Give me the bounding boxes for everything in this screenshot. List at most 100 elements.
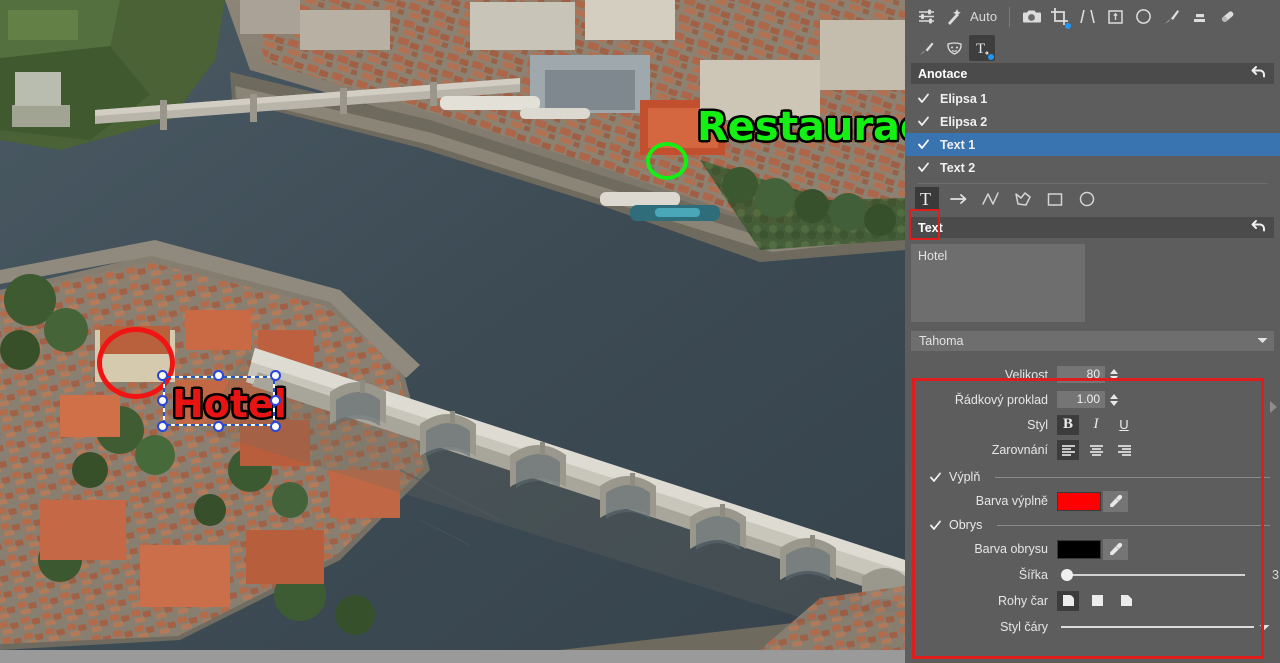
auto-label[interactable]: Auto xyxy=(969,9,1001,24)
outline-color-swatch[interactable] xyxy=(1057,539,1101,559)
line-style-preview xyxy=(1061,626,1254,628)
selection-bounding-box[interactable] xyxy=(157,370,281,432)
resize-handle-w[interactable] xyxy=(157,395,168,406)
text-content-input[interactable] xyxy=(911,244,1085,322)
resize-handle-sw[interactable] xyxy=(157,421,168,432)
adjustments-icon[interactable] xyxy=(913,4,939,30)
fill-color-swatch[interactable] xyxy=(1057,491,1101,511)
size-label: Velikost xyxy=(1004,367,1048,382)
style-label: Styl xyxy=(1027,417,1048,432)
annotations-section-header: Anotace xyxy=(911,63,1274,84)
stepper-up-icon[interactable] xyxy=(1110,393,1118,399)
text-section-title: Text xyxy=(918,220,943,235)
underline-glyph: U xyxy=(1119,417,1129,432)
italic-glyph: I xyxy=(1093,416,1099,432)
toolbar-row-secondary: T xyxy=(905,33,1280,63)
face-mask-icon[interactable] xyxy=(941,35,967,61)
resize-handle-n[interactable] xyxy=(213,370,224,381)
annotations-reset-icon[interactable] xyxy=(1251,65,1267,82)
shape-tool-row: T xyxy=(905,184,1280,214)
italic-button[interactable]: I xyxy=(1085,415,1107,435)
size-stepper[interactable] xyxy=(1108,366,1120,384)
align-center-button[interactable] xyxy=(1085,440,1107,460)
corner-round-button[interactable] xyxy=(1057,590,1079,611)
resize-handle-nw[interactable] xyxy=(157,370,168,381)
panel-collapse-arrow-icon[interactable] xyxy=(1270,401,1277,413)
style-row: Styl B I U xyxy=(905,412,1280,437)
line-spacing-stepper[interactable] xyxy=(1108,391,1120,409)
annotation-list-item-label: Text 1 xyxy=(940,137,976,152)
retouch-brush-icon[interactable] xyxy=(913,35,939,61)
annotation-list-item-text-2[interactable]: Text 2 xyxy=(905,156,1280,179)
annotation-list-item-text-1[interactable]: Text 1 xyxy=(905,133,1280,156)
text-section-reset-icon[interactable] xyxy=(1251,219,1267,236)
text-shape-tool[interactable]: T xyxy=(915,187,939,211)
canvas-bottom-strip xyxy=(0,650,905,663)
text-tool-icon[interactable]: T xyxy=(969,35,995,61)
line-spacing-input[interactable]: 1.00 xyxy=(1057,391,1105,408)
line-style-dropdown[interactable] xyxy=(1057,617,1274,637)
svg-text:T: T xyxy=(976,41,985,57)
size-input[interactable]: 80 xyxy=(1057,366,1105,383)
fill-section-rule xyxy=(995,476,1270,478)
brush-icon[interactable] xyxy=(1158,4,1184,30)
annotation-visibility-checkbox[interactable] xyxy=(917,161,930,174)
magic-wand-icon[interactable] xyxy=(941,4,967,30)
fill-eyedropper-icon[interactable] xyxy=(1103,490,1128,512)
right-panel: Auto T Anotace Elipsa 1 Elipsa 2 Text 1 … xyxy=(905,0,1280,663)
app-root: Restaurace Hotel xyxy=(0,0,1280,663)
outline-color-row: Barva obrysu xyxy=(905,536,1280,562)
annotation-visibility-checkbox[interactable] xyxy=(917,115,930,128)
font-family-dropdown[interactable]: Tahoma xyxy=(911,331,1274,351)
annotation-list-item-elipsa-2[interactable]: Elipsa 2 xyxy=(905,110,1280,133)
camera-icon[interactable] xyxy=(1018,4,1044,30)
text-section-header: Text xyxy=(911,217,1274,238)
underline-button[interactable]: U xyxy=(1113,415,1135,435)
crop-icon[interactable] xyxy=(1046,4,1072,30)
outline-eyedropper-icon[interactable] xyxy=(1103,538,1128,560)
outline-width-label: Šířka xyxy=(1018,567,1048,582)
toolbar-row-primary: Auto xyxy=(905,0,1280,33)
stepper-up-icon[interactable] xyxy=(1110,368,1118,374)
slider-knob[interactable] xyxy=(1061,568,1073,581)
alignment-row: Zarovnání xyxy=(905,437,1280,462)
image-canvas[interactable]: Restaurace Hotel xyxy=(0,0,905,663)
eraser-icon[interactable] xyxy=(1214,4,1240,30)
corner-bevel-button[interactable] xyxy=(1115,591,1137,611)
stepper-down-icon[interactable] xyxy=(1110,400,1118,406)
annotation-visibility-checkbox[interactable] xyxy=(917,92,930,105)
resize-handle-se[interactable] xyxy=(270,421,281,432)
perspective-icon[interactable] xyxy=(1074,4,1100,30)
ellipse-shape-tool[interactable] xyxy=(1075,187,1099,211)
bold-button[interactable]: B xyxy=(1057,414,1079,435)
polyline-shape-tool[interactable] xyxy=(979,187,1003,211)
annotation-visibility-checkbox[interactable] xyxy=(917,138,930,151)
svg-text:T: T xyxy=(920,189,931,209)
fill-checkbox[interactable] xyxy=(929,471,942,484)
rotate-frame-icon[interactable] xyxy=(1102,4,1128,30)
resize-handle-e[interactable] xyxy=(270,395,281,406)
resize-handle-s[interactable] xyxy=(213,421,224,432)
line-spacing-label: Řádkový proklad xyxy=(954,392,1048,407)
arrow-shape-tool[interactable] xyxy=(947,187,971,211)
gradient-icon[interactable] xyxy=(1186,4,1212,30)
fill-section-header: Výplň xyxy=(905,466,1280,488)
outline-checkbox[interactable] xyxy=(929,519,942,532)
align-left-button[interactable] xyxy=(1057,439,1079,460)
annotation-list-item-elipsa-1[interactable]: Elipsa 1 xyxy=(905,87,1280,110)
font-family-value: Tahoma xyxy=(919,334,964,348)
resize-handle-ne[interactable] xyxy=(270,370,281,381)
outline-section-rule xyxy=(997,524,1270,526)
alignment-label: Zarovnání xyxy=(991,442,1048,457)
stepper-down-icon[interactable] xyxy=(1110,375,1118,381)
chevron-down-icon xyxy=(1257,336,1268,346)
slider-track xyxy=(1065,573,1245,576)
rectangle-shape-tool[interactable] xyxy=(1043,187,1067,211)
circle-icon[interactable] xyxy=(1130,4,1156,30)
corner-square-button[interactable] xyxy=(1086,591,1108,611)
align-right-button[interactable] xyxy=(1113,440,1135,460)
toolbar-separator xyxy=(1009,6,1011,27)
annotation-list-item-label: Elipsa 1 xyxy=(940,91,988,106)
outline-width-value: 3 xyxy=(1272,567,1279,582)
polygon-shape-tool[interactable] xyxy=(1011,187,1035,211)
